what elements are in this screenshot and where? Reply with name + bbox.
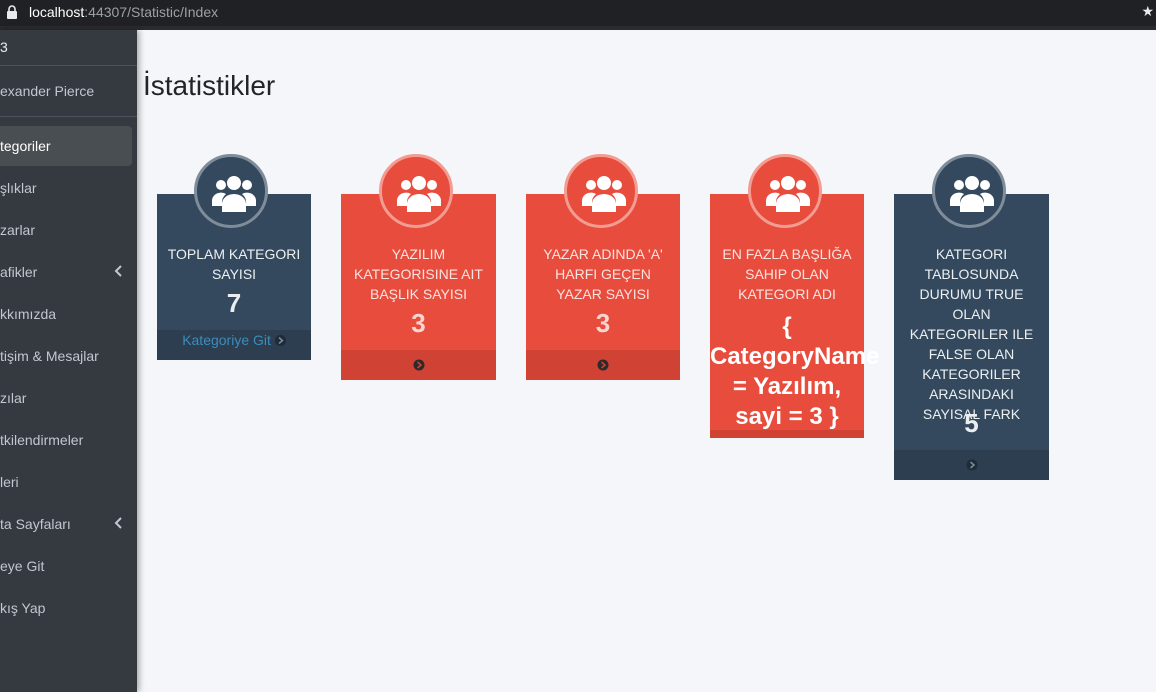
card-value: 7 (226, 288, 242, 318)
card-title: TOPLAM KATEGORI SAYISI (167, 246, 301, 282)
card-title: YAZAR ADINDA 'A' HARFI GEÇEN YAZAR SAYIS… (543, 246, 663, 302)
card-footer[interactable] (894, 450, 1049, 480)
card-icon-circle (379, 154, 453, 228)
card-value: 5 (964, 408, 979, 438)
sidebar-item-siteye-git[interactable]: eye Git (0, 546, 132, 586)
sidebar-item-label: eye Git (0, 558, 45, 574)
sidebar-item-label: kış Yap (0, 600, 46, 616)
card-icon-circle (564, 154, 638, 228)
sidebar-item-yetkilendirmeler[interactable]: tkilendirmeler (0, 420, 132, 460)
sidebar-item-kategoriler[interactable]: tegoriler (0, 126, 132, 166)
card-title: EN FAZLA BAŞLIĞA SAHIP OLAN KATEGORI ADI (722, 246, 852, 302)
card-icon-circle (748, 154, 822, 228)
sidebar-item-basliklar[interactable]: şlıklar (0, 168, 132, 208)
card-value: 3 (595, 308, 611, 338)
sidebar-item-yazilar[interactable]: zılar (0, 378, 132, 418)
browser-divider (0, 26, 1156, 30)
stat-card-top-category: EN FAZLA BAŞLIĞA SAHIP OLAN KATEGORI ADI… (710, 194, 879, 438)
card-body: EN FAZLA BAŞLIĞA SAHIP OLAN KATEGORI ADI… (710, 194, 879, 430)
sidebar-item-label: ta Sayfaları (0, 516, 71, 532)
card-value: 3 (411, 308, 426, 338)
card-footer-link[interactable]: Kategoriye Git (157, 330, 311, 350)
sidebar-item-label: zarlar (0, 222, 36, 238)
sidebar-item-label: zılar (0, 390, 27, 406)
circle-arrow-right-icon (597, 359, 609, 371)
sidebar-item-hata-sayfalari[interactable]: ta Sayfaları (0, 504, 132, 544)
stat-card-status-difference: KATEGORI TABLOSUNDA DURUMU TRUE OLAN KAT… (894, 194, 1049, 480)
user-panel[interactable]: exander Pierce (0, 66, 137, 117)
url-path: :44307/Statistic/Index (84, 4, 219, 20)
circle-arrow-right-icon (413, 359, 424, 371)
card-value-text: { CategoryName = Yazılım, sayi = 3 } (710, 313, 880, 430)
sidebar-item-grafikler[interactable]: afikler (0, 252, 132, 292)
users-icon (766, 176, 810, 212)
sidebar-item-label: şlıklar (0, 180, 37, 196)
card-footer[interactable] (710, 430, 864, 438)
sidebar: 3 exander Pierce tegoriler şlıklar zarla… (0, 30, 137, 692)
sidebar-item-iletisim-mesajlar[interactable]: tişim & Mesajlar (0, 336, 132, 376)
card-icon-circle (194, 154, 268, 228)
user-name: exander Pierce (0, 83, 95, 99)
sidebar-item-label: afikler (0, 264, 38, 280)
circle-arrow-right-icon (274, 334, 286, 346)
users-icon (212, 176, 256, 212)
card-footer: Kategoriye Git (157, 330, 311, 360)
browser-address-bar: localhost:44307/Statistic/Index ★ (0, 0, 1156, 26)
address-url[interactable]: localhost:44307/Statistic/Index (29, 4, 218, 20)
card-title: KATEGORI TABLOSUNDA DURUMU TRUE OLAN KAT… (909, 246, 1034, 422)
sidebar-item-hakkimizda[interactable]: kkımızda (0, 294, 132, 334)
sidebar-item-label: leri (0, 474, 19, 490)
chevron-left-icon (114, 265, 122, 277)
card-body: KATEGORI TABLOSUNDA DURUMU TRUE OLAN KAT… (894, 194, 1049, 450)
brand[interactable]: 3 (0, 30, 137, 66)
sidebar-item-label: kkımızda (0, 306, 57, 322)
sidebar-item-label: tişim & Mesajlar (0, 348, 99, 364)
circle-arrow-right-icon (966, 459, 977, 471)
url-host: localhost (29, 4, 85, 20)
users-icon (950, 176, 994, 212)
sidebar-item-yazarlar[interactable]: zarlar (0, 210, 132, 250)
card-icon-circle (932, 154, 1006, 228)
users-icon (397, 176, 441, 212)
card-title: YAZILIM KATEGORISINE AIT BAŞLIK SAYISI (354, 246, 483, 302)
chevron-left-icon (114, 517, 122, 529)
page-title: İstatistikler (143, 70, 276, 101)
users-icon (582, 176, 626, 212)
sidebar-item-leri[interactable]: leri (0, 462, 132, 502)
bookmark-star-icon[interactable]: ★ (1141, 3, 1154, 20)
lock-icon (7, 5, 17, 19)
card-footer[interactable] (341, 350, 496, 380)
card-value: { CategoryName = Yazılım, sayi = 3 } (708, 312, 890, 432)
sidebar-item-label: tkilendirmeler (0, 432, 84, 448)
footer-link-label: Kategoriye Git (182, 332, 271, 348)
sidebar-item-cikis-yap[interactable]: kış Yap (0, 588, 132, 628)
card-footer[interactable] (526, 350, 680, 380)
brand-text: 3 (0, 39, 8, 55)
sidebar-item-label: tegoriler (0, 138, 51, 154)
